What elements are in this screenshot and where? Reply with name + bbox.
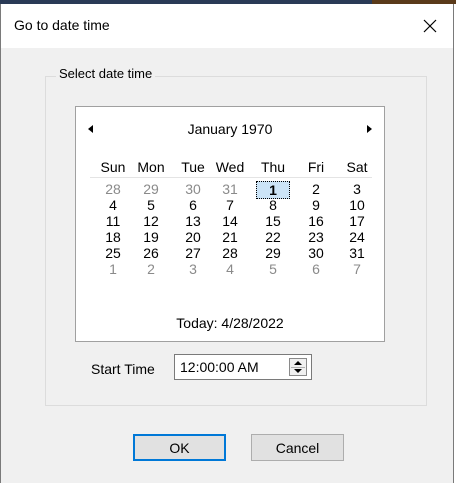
calendar-day[interactable]: 12 [134,213,168,229]
weekday-header-tue: Tue [181,159,205,175]
spin-divider [291,367,305,368]
month-label[interactable]: January 1970 [76,121,384,137]
weekday-header-sun: Sun [100,159,126,175]
dialog-title: Go to date time [14,17,110,33]
spin-updown-icon[interactable] [289,358,307,376]
today-label[interactable]: Today: 4/28/2022 [76,315,384,331]
calendar-day[interactable]: 7 [340,261,374,277]
weekday-header-mon: Mon [137,159,165,175]
calendar-day[interactable]: 4 [96,197,130,213]
calendar-day[interactable]: 15 [256,213,290,229]
calendar-day[interactable]: 8 [256,197,290,213]
calendar-day[interactable]: 20 [176,229,210,245]
calendar-day[interactable]: 16 [299,213,333,229]
weekday-header-fri: Fri [307,159,325,175]
weekday-header-wed: Wed [215,159,245,175]
spin-up-arrow[interactable] [294,361,302,365]
calendar-day[interactable]: 23 [299,229,333,245]
calendar-day[interactable]: 29 [134,181,168,197]
calendar-day[interactable]: 13 [176,213,210,229]
title-bar: Go to date time [1,4,453,48]
close-button[interactable] [407,4,453,48]
calendar-day[interactable]: 11 [96,213,130,229]
month-calendar[interactable]: January 1970 Today: 4/28/2022 Sun Mon Tue W… [75,106,385,342]
calendar-day[interactable]: 31 [213,181,247,197]
cancel-button[interactable]: Cancel [251,434,344,461]
calendar-day[interactable]: 19 [134,229,168,245]
calendar-day[interactable]: 6 [176,197,210,213]
calendar-day[interactable]: 3 [340,181,374,197]
weekday-header-thu: Thu [260,159,286,175]
calendar-day[interactable]: 27 [176,245,210,261]
close-icon [423,19,437,33]
start-time-value[interactable]: 12:00:00 AM [180,359,259,375]
calendar-day[interactable]: 18 [96,229,130,245]
calendar-day[interactable]: 10 [340,197,374,213]
triangle-right-icon[interactable] [367,125,372,133]
calendar-day[interactable]: 28 [96,181,130,197]
calendar-day[interactable]: 7 [213,197,247,213]
calendar-day[interactable]: 1 [96,261,130,277]
calendar-day[interactable]: 30 [299,245,333,261]
start-time-label: Start Time [91,361,155,377]
calendar-day[interactable]: 5 [256,261,290,277]
calendar-day[interactable]: 22 [256,229,290,245]
calendar-day[interactable]: 30 [176,181,210,197]
start-time-field[interactable]: 12:00:00 AM [174,354,312,380]
weekday-separator [90,177,372,178]
calendar-day[interactable]: 29 [256,245,290,261]
calendar-day[interactable]: 17 [340,213,374,229]
calendar-day[interactable]: 9 [299,197,333,213]
calendar-day[interactable]: 24 [340,229,374,245]
calendar-day[interactable]: 3 [176,261,210,277]
calendar-day[interactable]: 28 [213,245,247,261]
ok-button[interactable]: OK [133,434,226,461]
calendar-day[interactable]: 2 [134,261,168,277]
calendar-day[interactable]: 25 [96,245,130,261]
calendar-day[interactable]: 14 [213,213,247,229]
calendar-day[interactable]: 21 [213,229,247,245]
calendar-day[interactable]: 5 [134,197,168,213]
spin-down-arrow[interactable] [294,369,302,373]
calendar-day[interactable]: 2 [299,181,333,197]
calendar-day[interactable]: 26 [134,245,168,261]
calendar-day[interactable]: 6 [299,261,333,277]
weekday-header-sat: Sat [346,159,368,175]
calendar-day[interactable]: 4 [213,261,247,277]
group-label: Select date time [56,66,156,81]
calendar-day[interactable]: 31 [340,245,374,261]
